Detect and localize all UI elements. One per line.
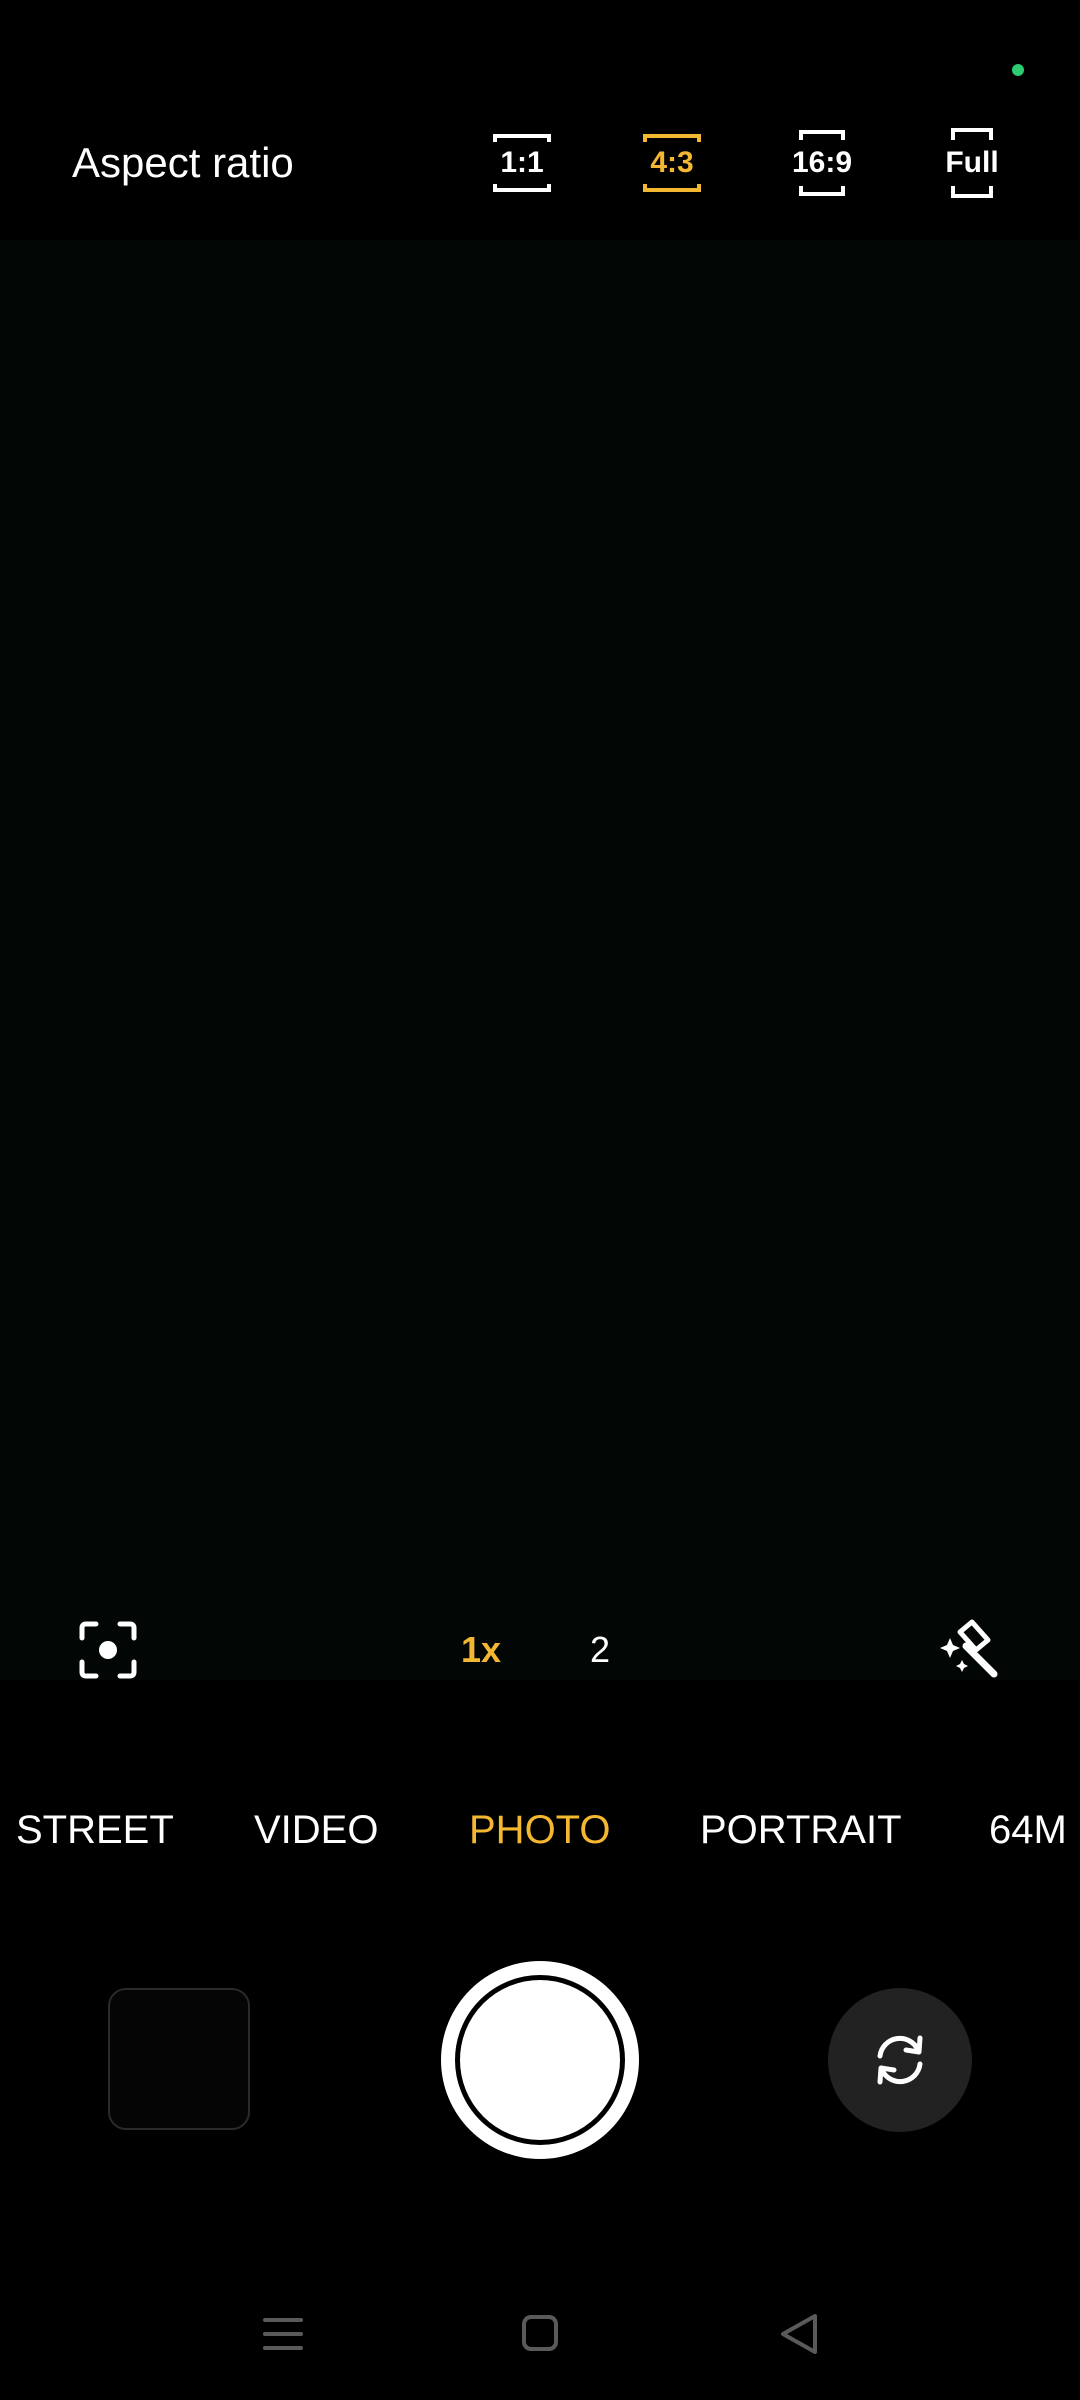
nav-menu-button[interactable] xyxy=(253,2306,313,2362)
ratio-16-9-button[interactable]: 16:9 xyxy=(767,128,877,198)
ratio-16-9-label: 16:9 xyxy=(791,146,853,179)
ai-enhance-button[interactable] xyxy=(932,1610,1012,1690)
switch-camera-icon xyxy=(877,2035,923,2085)
ratio-1-1-label: 1:1 xyxy=(500,146,544,179)
nav-back-button[interactable] xyxy=(769,2306,829,2362)
nav-home-button[interactable] xyxy=(510,2306,570,2362)
zoom-2x-button[interactable]: 2 xyxy=(555,1618,645,1682)
back-icon xyxy=(781,2314,817,2354)
shutter-inner-ring xyxy=(455,1975,625,2145)
zoom-1x-button[interactable]: 1x xyxy=(436,1618,526,1682)
home-icon xyxy=(522,2315,558,2351)
focus-lens-button[interactable] xyxy=(68,1610,148,1690)
ratio-4-3-label: 4:3 xyxy=(650,146,694,179)
gallery-thumbnail[interactable] xyxy=(108,1988,250,2130)
camera-viewfinder[interactable] xyxy=(0,240,1080,1680)
ratio-4-3-button[interactable]: 4:3 xyxy=(617,128,727,198)
ratio-1-1-button[interactable]: 1:1 xyxy=(467,128,577,198)
privacy-indicator-dot xyxy=(1012,64,1024,76)
mode-street[interactable]: STREET xyxy=(16,1802,174,1858)
menu-icon xyxy=(263,2318,303,2350)
switch-camera-button[interactable] xyxy=(828,1988,972,2132)
magic-wand-icon xyxy=(940,1619,998,1678)
focus-lens-icon xyxy=(79,1621,137,1679)
mode-video[interactable]: VIDEO xyxy=(254,1802,378,1858)
shutter-button[interactable] xyxy=(441,1961,639,2159)
ratio-full-button[interactable]: Full xyxy=(917,128,1027,198)
aspect-ratio-label: Aspect ratio xyxy=(72,139,294,186)
mode-photo[interactable]: PHOTO xyxy=(469,1802,611,1858)
mode-64m[interactable]: 64M xyxy=(989,1802,1067,1858)
ratio-full-label: Full xyxy=(945,146,999,179)
mode-portrait[interactable]: PORTRAIT xyxy=(700,1802,902,1858)
